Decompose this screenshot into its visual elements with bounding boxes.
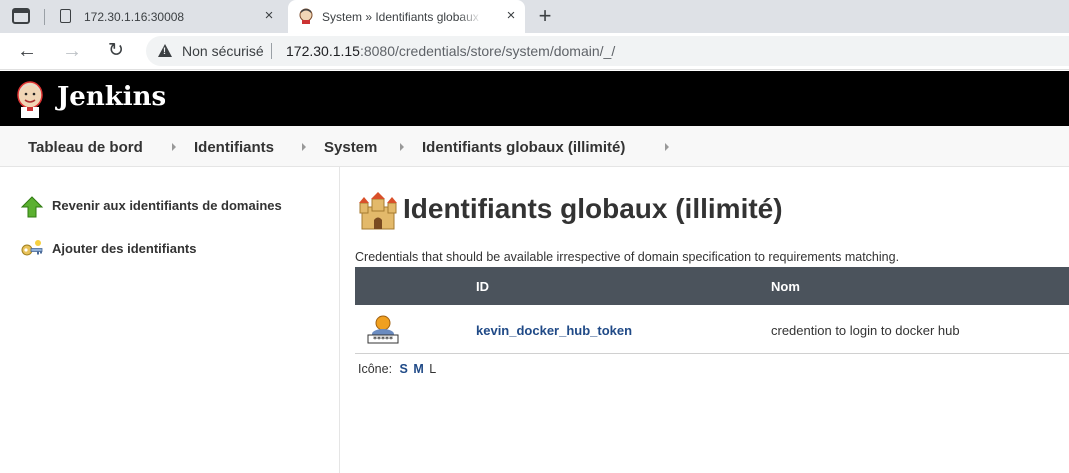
credential-id-link[interactable]: kevin_docker_hub_token xyxy=(476,323,632,338)
url-host: 172.30.1.15 xyxy=(286,43,360,59)
breadcrumb-chevron-icon[interactable] xyxy=(400,143,404,151)
warning-icon[interactable] xyxy=(158,44,172,57)
breadcrumb-item-credentials[interactable]: Identifiants xyxy=(194,139,274,156)
close-tab-icon[interactable]: × xyxy=(262,8,276,23)
browser-toolbar: ← → ↻ Non sécurisé 172.30.1.15:8080/cred… xyxy=(0,33,1069,70)
credential-name: credention to login to docker hub xyxy=(771,323,960,338)
side-panel: Revenir aux identifiants de domaines Ajo… xyxy=(0,167,340,473)
task-label[interactable]: Revenir aux identifiants de domaines xyxy=(52,198,282,213)
url-text[interactable]: 172.30.1.15:8080/credentials/store/syste… xyxy=(286,43,615,59)
breadcrumb-item-global-credentials[interactable]: Identifiants globaux (illimité) xyxy=(422,139,625,156)
tab-actions-icon[interactable] xyxy=(12,8,30,24)
task-label[interactable]: Ajouter des identifiants xyxy=(52,241,196,256)
key-icon xyxy=(21,240,43,256)
icon-size-s-link[interactable]: S xyxy=(400,362,408,376)
page-title: Identifiants globaux (illimité) xyxy=(403,193,783,224)
icon-size-label: Icône: xyxy=(358,362,393,376)
icon-size-selector: Icône: S M L xyxy=(358,362,436,376)
store-description: Credentials that should be available irr… xyxy=(355,250,900,264)
security-label[interactable]: Non sécurisé xyxy=(182,43,264,59)
tab-title: System » Identifiants globaux (illimité) xyxy=(322,10,482,24)
table-row: ***** kevin_docker_hub_token credention … xyxy=(355,305,1069,354)
address-bar[interactable]: Non sécurisé 172.30.1.15:8080/credential… xyxy=(146,36,1069,66)
table-header: ID Nom xyxy=(355,267,1069,305)
url-path: :8080/credentials/store/system/domain/_/ xyxy=(359,43,616,59)
forward-arrow-icon[interactable]: → xyxy=(60,39,84,63)
browser-tab-1[interactable]: 172.30.1.16:30008 × xyxy=(48,0,285,33)
jenkins-logo-icon[interactable] xyxy=(14,80,46,118)
icon-size-m-link[interactable]: M xyxy=(413,362,423,376)
tab-divider xyxy=(44,9,45,25)
svg-text:*****: ***** xyxy=(373,335,393,344)
breadcrumb-chevron-icon[interactable] xyxy=(172,143,176,151)
browser-tab-2[interactable]: System » Identifiants globaux (illimité)… xyxy=(288,0,525,33)
breadcrumb-chevron-icon[interactable] xyxy=(302,143,306,151)
breadcrumb-item-dashboard[interactable]: Tableau de bord xyxy=(28,139,143,156)
up-arrow-icon xyxy=(20,196,44,218)
castle-icon xyxy=(359,192,397,230)
reload-icon[interactable]: ↻ xyxy=(104,39,128,63)
back-arrow-icon[interactable]: ← xyxy=(15,39,39,63)
page-icon xyxy=(60,9,71,23)
browser-tab-strip: 172.30.1.16:30008 × System » Identifiant… xyxy=(0,0,1069,33)
new-tab-button[interactable]: + xyxy=(533,4,557,28)
password-credential-icon: ***** xyxy=(367,315,399,344)
jenkins-title[interactable]: Jenkins xyxy=(57,82,166,112)
breadcrumb-item-system[interactable]: System xyxy=(324,139,377,156)
breadcrumb: Tableau de bord Identifiants System Iden… xyxy=(0,126,1069,167)
main-panel: Identifiants globaux (illimité) Credenti… xyxy=(341,167,1069,473)
breadcrumb-chevron-icon[interactable] xyxy=(665,143,669,151)
tab-title: 172.30.1.16:30008 xyxy=(84,10,185,24)
jenkins-favicon-icon xyxy=(299,8,313,24)
close-tab-icon[interactable]: × xyxy=(504,8,518,23)
omnibox-divider xyxy=(271,43,272,59)
icon-size-l-current: L xyxy=(429,362,437,376)
column-header-name[interactable]: Nom xyxy=(771,279,800,294)
column-header-id[interactable]: ID xyxy=(476,279,489,294)
jenkins-header: Jenkins xyxy=(0,71,1069,126)
